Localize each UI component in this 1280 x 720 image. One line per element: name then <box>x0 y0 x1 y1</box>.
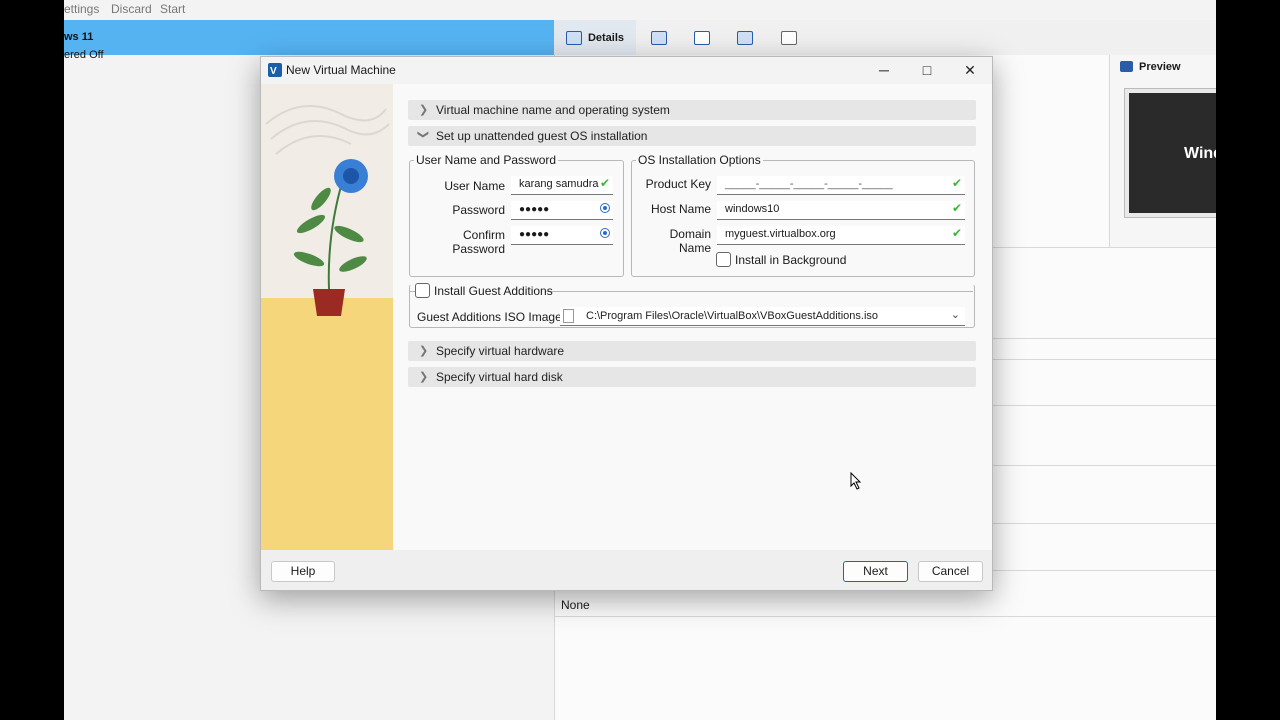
cancel-button[interactable]: Cancel <box>918 561 983 582</box>
next-button[interactable]: Next <box>843 561 908 582</box>
user-name-field[interactable]: karang samudra ✔ <box>511 176 613 195</box>
chevron-right-icon: ❯ <box>419 104 429 116</box>
host-name-field[interactable]: windows10 ✔ <box>717 201 965 220</box>
tab-snapshots[interactable] <box>651 20 667 55</box>
chevron-right-icon: ❯ <box>419 345 429 357</box>
iso-image-value: C:\Program Files\Oracle\VirtualBox\VBoxG… <box>586 310 879 322</box>
iso-image-select[interactable]: C:\Program Files\Oracle\VirtualBox\VBoxG… <box>560 307 965 326</box>
section-name-os[interactable]: ❯ Virtual machine name and operating sys… <box>408 100 976 120</box>
section-hardware-label: Specify virtual hardware <box>436 344 565 358</box>
section-disk-label: Specify virtual hard disk <box>436 370 563 384</box>
confirm-password-field[interactable]: ●●●●● <box>511 226 613 245</box>
valid-check-icon: ✔ <box>951 201 962 215</box>
confirm-password-label: Confirm Password <box>452 228 505 256</box>
tab-properties[interactable] <box>781 20 797 55</box>
confirm-password-value: ●●●●● <box>519 229 550 240</box>
password-field[interactable]: ●●●●● <box>511 201 613 220</box>
logs-icon <box>694 30 710 45</box>
tab-logs[interactable] <box>694 20 710 55</box>
product-key-label: Product Key <box>645 177 711 191</box>
chevron-right-icon: ❯ <box>419 371 429 383</box>
valid-check-icon: ✔ <box>951 176 962 190</box>
section-disk[interactable]: ❯ Specify virtual hard disk <box>408 367 976 387</box>
tab-activity[interactable] <box>737 20 753 55</box>
details-toolbar: Details <box>554 20 1216 57</box>
help-button[interactable]: Help <box>271 561 335 582</box>
user-name-value: karang samudra <box>519 178 599 190</box>
vm-state: ered Off <box>64 49 104 61</box>
screen-border <box>1216 0 1280 720</box>
chevron-down-icon: ❯ <box>417 129 430 140</box>
tab-details-label: Details <box>587 31 625 44</box>
file-icon <box>563 309 574 323</box>
preview-label: Preview <box>1139 61 1181 73</box>
show-password-icon[interactable] <box>600 203 610 213</box>
vm-name: ws 11 <box>64 31 94 43</box>
host-name-value: windows10 <box>725 203 780 215</box>
dialog-footer: Help Next Cancel <box>261 550 992 590</box>
product-key-value: _____-_____-_____-_____-_____ <box>725 178 893 190</box>
wizard-content: ❯ Virtual machine name and operating sys… <box>393 84 992 550</box>
user-name-label: User Name <box>444 179 505 193</box>
domain-name-field[interactable]: myguest.virtualbox.org ✔ <box>717 226 965 245</box>
discard-toolbar-button[interactable]: Discard <box>111 2 152 16</box>
wizard-illustration <box>261 84 393 550</box>
os-options-legend: OS Installation Options <box>638 153 761 167</box>
preview-icon <box>1120 61 1133 72</box>
password-label: Password <box>452 203 505 217</box>
domain-name-value: myguest.virtualbox.org <box>725 228 836 240</box>
install-background-checkbox[interactable] <box>716 252 731 267</box>
section-hardware[interactable]: ❯ Specify virtual hardware <box>408 341 976 361</box>
install-guest-additions-label: Install Guest Additions <box>434 284 553 298</box>
product-key-field[interactable]: _____-_____-_____-_____-_____ ✔ <box>717 176 965 195</box>
chevron-down-icon[interactable]: ⌄ <box>951 308 960 321</box>
preview-screen: Wind <box>1125 89 1225 217</box>
vm-list-item[interactable]: ws 11 ered Off <box>64 20 554 61</box>
valid-check-icon: ✔ <box>951 226 962 240</box>
mouse-cursor-icon <box>850 472 862 490</box>
properties-icon <box>781 30 797 45</box>
dialog-titlebar[interactable]: V New Virtual Machine ─ □ ✕ <box>261 57 992 84</box>
host-name-label: Host Name <box>650 202 711 216</box>
dialog-title: New Virtual Machine <box>286 63 396 77</box>
close-button[interactable]: ✕ <box>959 61 981 79</box>
install-background-label: Install in Background <box>735 253 847 267</box>
svg-text:V: V <box>270 66 277 77</box>
section-unattended-label: Set up unattended guest OS installation <box>436 129 648 143</box>
section-name-os-label: Virtual machine name and operating syste… <box>436 103 670 117</box>
activity-icon <box>737 30 753 45</box>
new-vm-dialog: V New Virtual Machine ─ □ ✕ ❯ Virtual ma… <box>260 56 993 591</box>
install-guest-additions-checkbox[interactable] <box>415 283 430 298</box>
domain-name-label: Domain Name <box>669 227 711 255</box>
show-confirm-password-icon[interactable] <box>600 228 610 238</box>
valid-check-icon: ✔ <box>599 176 610 190</box>
minimize-button[interactable]: ─ <box>873 61 895 79</box>
virtualbox-logo-icon: V <box>268 63 282 77</box>
start-toolbar-button[interactable]: Start <box>160 2 185 16</box>
iso-image-label: Guest Additions ISO Image: <box>417 310 566 324</box>
password-value: ●●●●● <box>519 204 550 215</box>
snapshots-icon <box>651 30 667 45</box>
settings-toolbar-button[interactable]: ettings <box>64 2 99 16</box>
maximize-button[interactable]: □ <box>916 61 938 79</box>
section-unattended[interactable]: ❯ Set up unattended guest OS installatio… <box>408 126 976 146</box>
preview-panel: Preview Wind <box>1109 55 1225 247</box>
none-value: None <box>561 598 590 612</box>
details-icon <box>565 30 582 45</box>
tab-details[interactable]: Details <box>554 20 636 57</box>
user-password-legend: User Name and Password <box>416 153 557 167</box>
